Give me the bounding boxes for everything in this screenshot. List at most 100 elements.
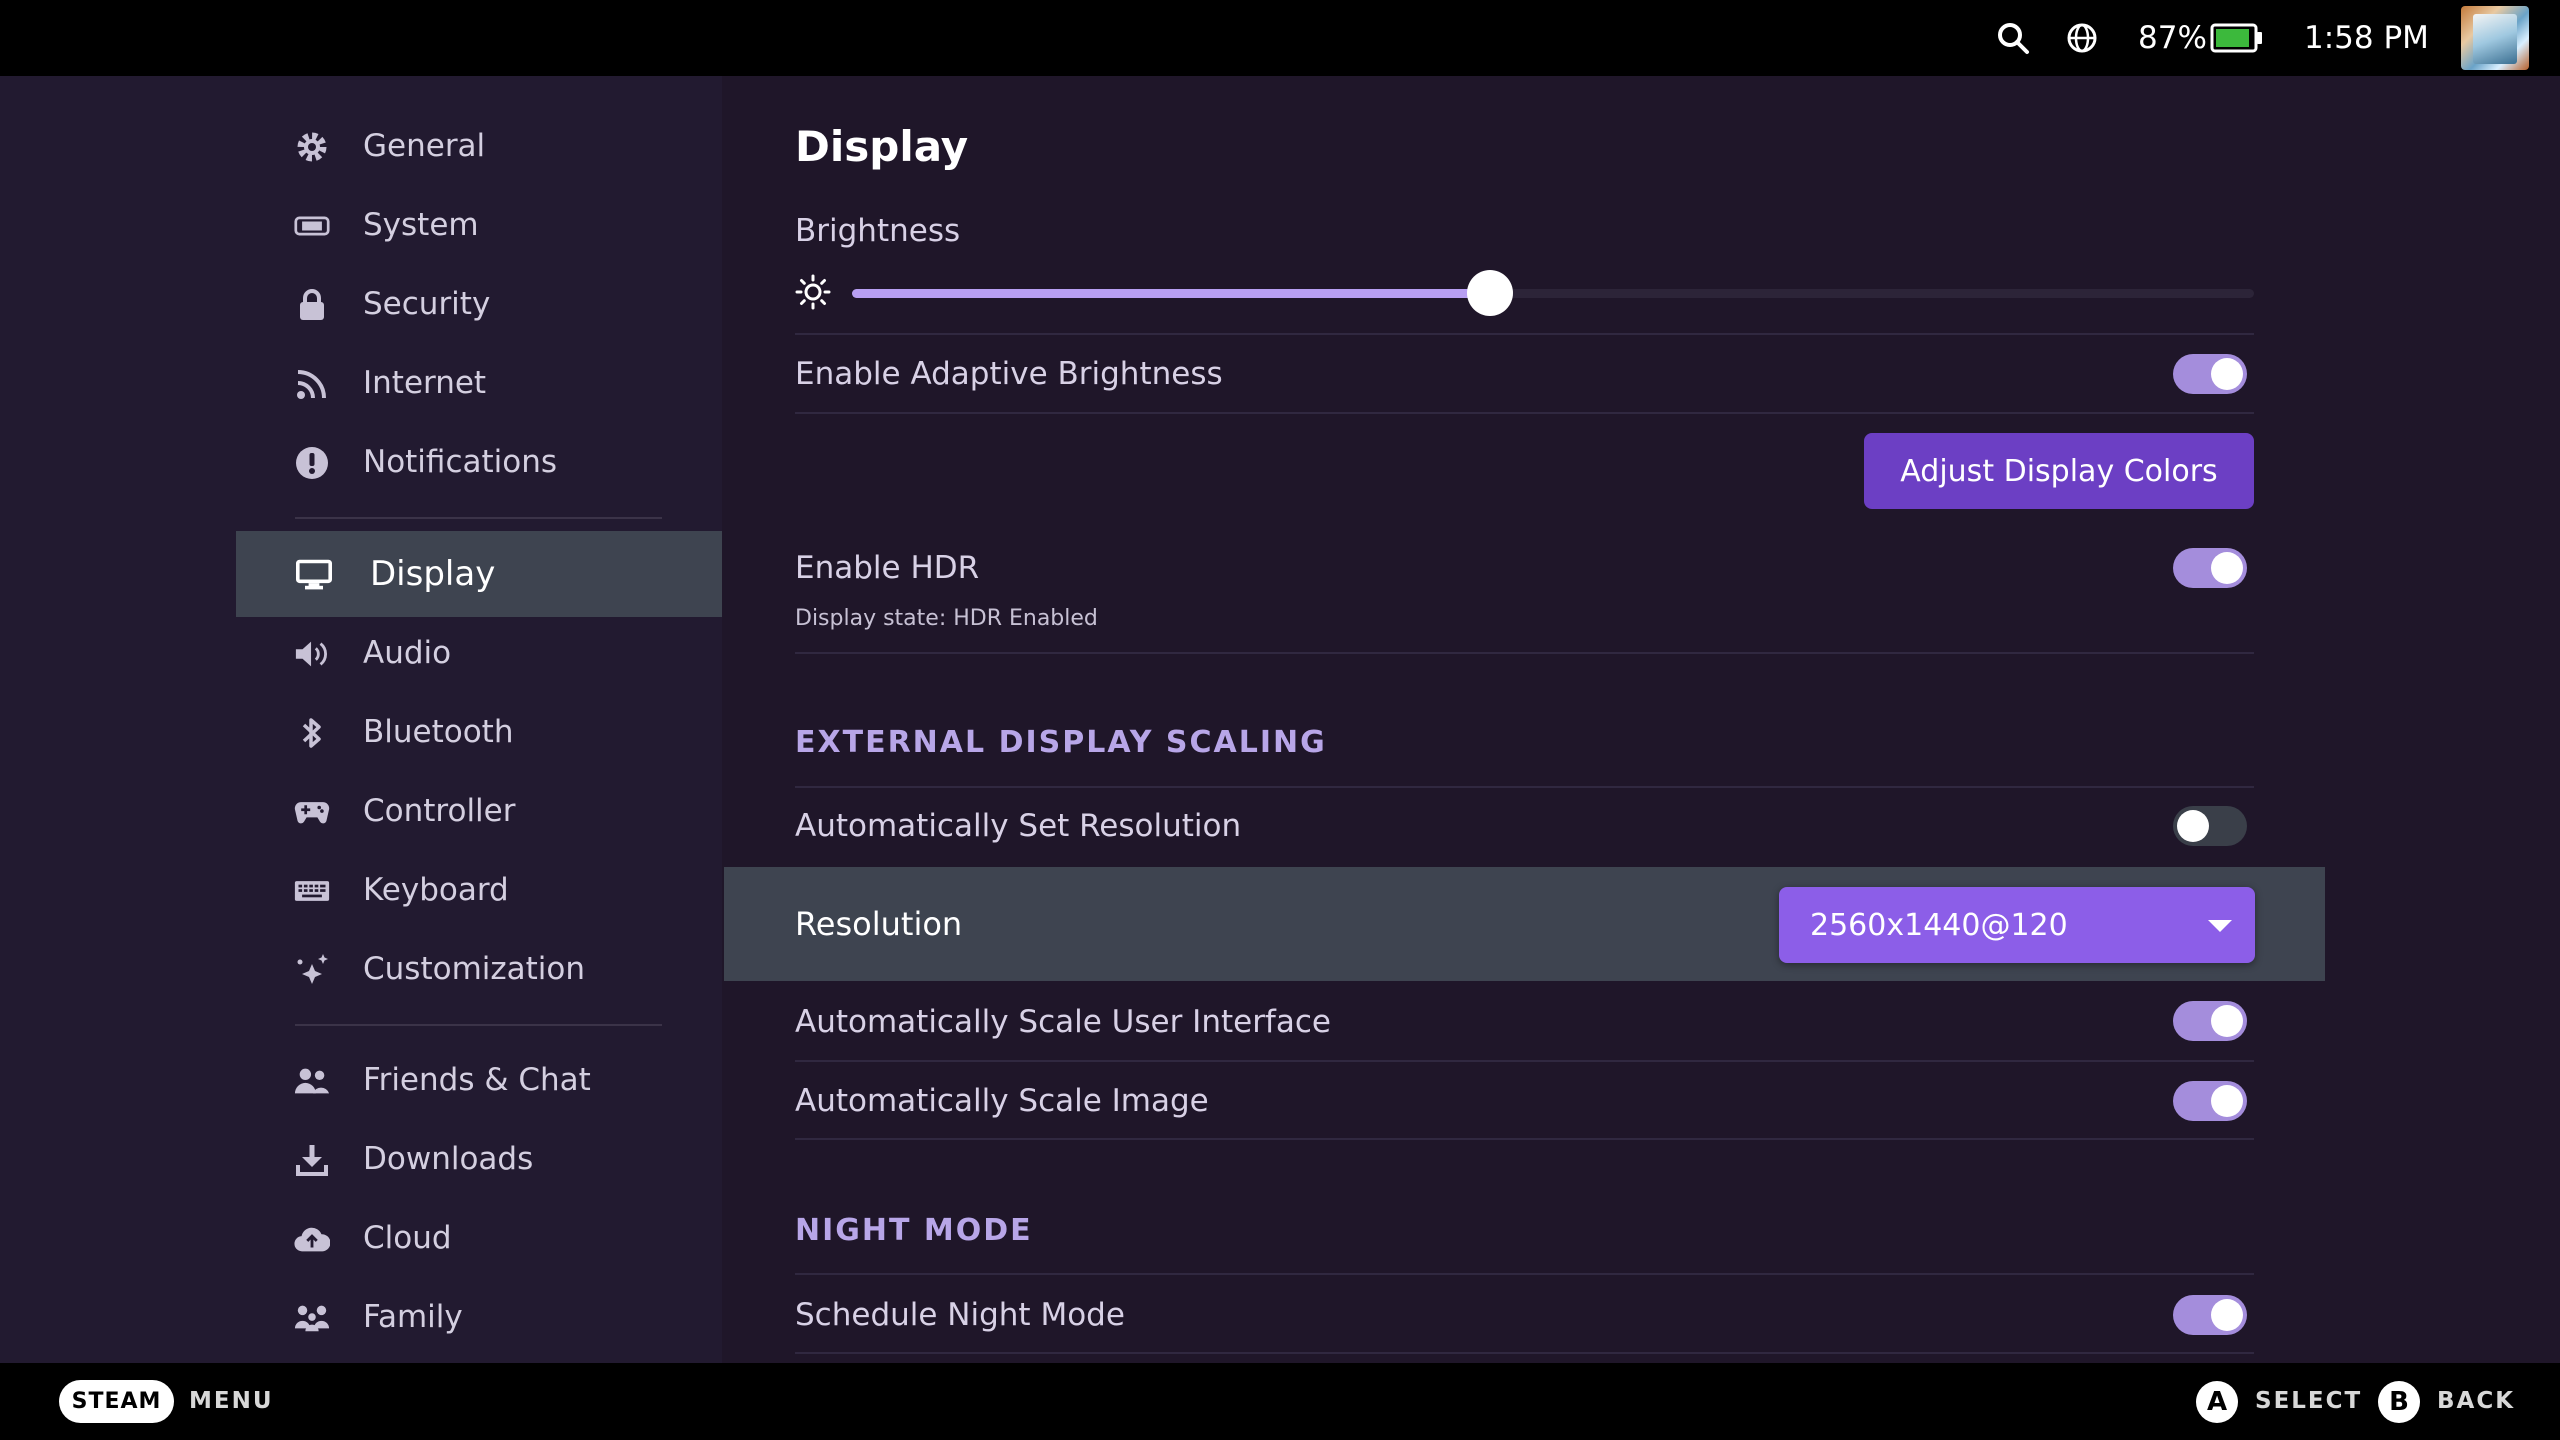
button-hint-bar: STEAM MENU A SELECT B BACK — [0, 1363, 2560, 1440]
toggle-knob — [2211, 552, 2243, 584]
sidebar-item-friends-chat[interactable]: Friends & Chat — [236, 1037, 722, 1123]
night-mode-heading: NIGHT MODE — [795, 1213, 1033, 1248]
hdr-state-text: Display state: HDR Enabled — [795, 606, 1098, 631]
sidebar-item-label: Keyboard — [363, 872, 509, 908]
sidebar-item-internet[interactable]: Internet — [236, 340, 722, 426]
sidebar-item-label: System — [363, 207, 479, 243]
sidebar-item-label: Downloads — [363, 1141, 534, 1177]
resolution-value: 2560x1440@120 — [1810, 907, 2068, 943]
globe-icon — [2067, 23, 2097, 53]
search-button[interactable] — [1996, 0, 2030, 76]
sun-icon — [795, 274, 831, 310]
sidebar-item-label: Customization — [363, 951, 586, 987]
battery-icon — [2210, 0, 2264, 76]
external-display-scaling-heading: EXTERNAL DISPLAY SCALING — [795, 725, 1327, 760]
sparkle-icon — [294, 952, 330, 988]
auto-scale-image-label: Automatically Scale Image — [795, 1083, 1209, 1119]
auto-resolution-toggle[interactable] — [2173, 806, 2247, 846]
steam-button[interactable]: STEAM — [59, 1380, 174, 1423]
row-divider — [795, 1138, 2254, 1140]
resolution-row[interactable]: Resolution 2560x1440@120 — [724, 867, 2325, 981]
toggle-knob — [2211, 1299, 2243, 1331]
sidebar-item-audio[interactable]: Audio — [236, 610, 722, 696]
gear-icon — [294, 129, 330, 165]
hdr-toggle[interactable] — [2173, 548, 2247, 588]
sidebar-item-label: Cloud — [363, 1220, 452, 1256]
chevron-down-icon — [2208, 920, 2232, 932]
sidebar-item-label: Friends & Chat — [363, 1062, 591, 1098]
auto-scale-ui-label: Automatically Scale User Interface — [795, 1004, 1331, 1040]
brightness-slider-fill — [852, 289, 1490, 298]
sidebar-item-label: Display — [370, 554, 496, 594]
sidebar-item-controller[interactable]: Controller — [236, 768, 722, 854]
language-button[interactable] — [2066, 0, 2098, 76]
sidebar-item-notifications[interactable]: Notifications — [236, 419, 722, 505]
resolution-label: Resolution — [795, 905, 963, 943]
sidebar-item-label: General — [363, 128, 486, 164]
search-icon — [1998, 23, 2029, 54]
wifi-icon — [294, 366, 330, 402]
schedule-night-mode-label: Schedule Night Mode — [795, 1297, 1125, 1333]
select-hint[interactable]: SELECT — [2255, 1388, 2362, 1414]
sidebar-item-general[interactable]: General — [236, 103, 722, 189]
toggle-knob — [2177, 810, 2209, 842]
toggle-knob — [2211, 1085, 2243, 1117]
lock-icon — [294, 287, 330, 323]
gamepad-icon — [294, 794, 330, 830]
clock: 1:58 PM — [2304, 20, 2429, 56]
sidebar-item-cloud[interactable]: Cloud — [236, 1195, 722, 1281]
sidebar-item-security[interactable]: Security — [236, 261, 722, 347]
brightness-slider-handle[interactable] — [1466, 270, 1513, 316]
status-bar: 87% 1:58 PM — [0, 0, 2560, 76]
sidebar-item-label: Bluetooth — [363, 714, 514, 750]
a-button-glyph: A — [2196, 1381, 2238, 1423]
toggle-knob — [2211, 358, 2243, 390]
sidebar-item-keyboard[interactable]: Keyboard — [236, 847, 722, 933]
system-icon — [294, 208, 330, 244]
adjust-display-colors-button[interactable]: Adjust Display Colors — [1864, 433, 2254, 509]
adaptive-brightness-label: Enable Adaptive Brightness — [795, 356, 1223, 392]
auto-scale-ui-toggle[interactable] — [2173, 1001, 2247, 1041]
brightness-slider[interactable] — [852, 270, 2254, 316]
sidebar-item-system[interactable]: System — [236, 182, 722, 268]
sidebar-item-family[interactable]: Family — [236, 1274, 722, 1360]
row-divider — [795, 1060, 2254, 1062]
resolution-dropdown[interactable]: 2560x1440@120 — [1779, 887, 2255, 963]
row-divider — [795, 1352, 2254, 1354]
family-icon — [294, 1300, 330, 1336]
sidebar-item-label: Security — [363, 286, 491, 322]
back-hint[interactable]: BACK — [2437, 1388, 2515, 1414]
sidebar-item-bluetooth[interactable]: Bluetooth — [236, 689, 722, 775]
speaker-icon — [294, 636, 330, 672]
schedule-night-mode-toggle[interactable] — [2173, 1295, 2247, 1335]
friends-icon — [294, 1063, 330, 1099]
adaptive-brightness-toggle[interactable] — [2173, 354, 2247, 394]
row-divider — [795, 333, 2254, 335]
menu-hint: MENU — [189, 1388, 274, 1414]
sidebar-item-label: Family — [363, 1299, 463, 1335]
sidebar-divider — [295, 1024, 662, 1026]
row-divider — [795, 786, 2254, 788]
hdr-label: Enable HDR — [795, 550, 980, 586]
avatar[interactable] — [2461, 6, 2529, 70]
b-button-glyph: B — [2378, 1381, 2420, 1423]
sidebar-item-downloads[interactable]: Downloads — [236, 1116, 722, 1202]
battery-percent: 87% — [2138, 20, 2207, 56]
sidebar-divider — [295, 517, 662, 519]
sidebar-item-display[interactable]: Display — [236, 531, 722, 617]
sidebar-item-label: Audio — [363, 635, 452, 671]
toggle-knob — [2211, 1005, 2243, 1037]
monitor-icon — [296, 557, 332, 593]
sidebar-item-customization[interactable]: Customization — [236, 926, 722, 1012]
row-divider — [795, 652, 2254, 654]
auto-resolution-label: Automatically Set Resolution — [795, 808, 1242, 844]
row-divider — [795, 1273, 2254, 1275]
cloud-icon — [294, 1221, 330, 1257]
download-icon — [294, 1142, 330, 1178]
sidebar-item-label: Controller — [363, 793, 516, 829]
page-title: Display — [795, 122, 969, 171]
brightness-label: Brightness — [795, 213, 961, 249]
auto-scale-image-toggle[interactable] — [2173, 1081, 2247, 1121]
sidebar-item-label: Internet — [363, 365, 487, 401]
row-divider — [795, 412, 2254, 414]
